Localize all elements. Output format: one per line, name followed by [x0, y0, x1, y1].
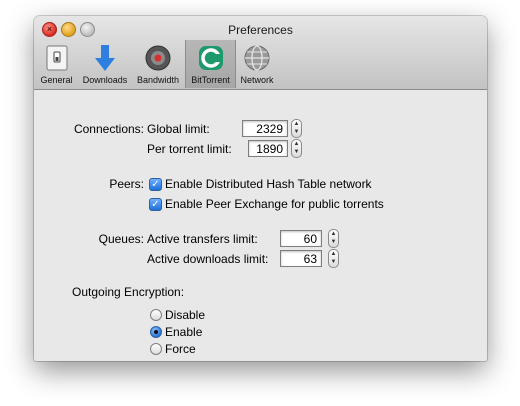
pex-label: Enable Peer Exchange for public torrents [165, 197, 384, 211]
toolbar-bandwidth[interactable]: Bandwidth [131, 40, 185, 88]
preferences-toolbar: General Downloads Bandwidth BitTorrent N… [34, 40, 278, 88]
per-torrent-limit-label: Per torrent limit: [147, 142, 232, 156]
dht-checkbox[interactable]: ✓ [149, 178, 162, 191]
bittorrent-icon [196, 43, 226, 73]
active-downloads-stepper[interactable]: ▲ ▼ [328, 249, 339, 268]
per-torrent-limit-field[interactable] [248, 140, 288, 157]
encryption-section-label: Outgoing Encryption: [72, 285, 185, 299]
preferences-window: × Preferences General Downloads Bandwidt… [34, 16, 487, 361]
global-limit-label: Global limit: [147, 122, 210, 136]
global-limit-stepper[interactable]: ▲ ▼ [291, 119, 302, 138]
download-arrow-icon [90, 43, 120, 73]
toolbar-general[interactable]: General [34, 40, 79, 88]
encryption-enable-radio[interactable] [150, 326, 162, 338]
globe-icon [242, 43, 272, 73]
active-downloads-field[interactable] [280, 250, 322, 267]
bittorrent-pane: Connections: Global limit: ▲▼ Per torren… [34, 90, 487, 361]
peers-section-label: Peers: [109, 177, 144, 191]
encryption-enable-label: Enable [165, 325, 203, 339]
encryption-force-label: Force [165, 342, 196, 356]
per-torrent-limit-stepper[interactable]: ▲ ▼ [291, 139, 302, 158]
toolbar-bittorrent[interactable]: BitTorrent [185, 40, 236, 88]
active-transfers-field[interactable] [280, 230, 322, 247]
active-downloads-label: Active downloads limit: [147, 252, 269, 266]
encryption-force-radio[interactable] [150, 343, 162, 355]
encryption-disable-radio[interactable] [150, 309, 162, 321]
toolbar-network[interactable]: Network [236, 40, 278, 88]
connections-section-label: Connections: [73, 122, 144, 136]
encryption-disable-label: Disable [165, 308, 206, 322]
disc-icon [143, 43, 173, 73]
dht-label: Enable Distributed Hash Table network [165, 177, 372, 191]
toolbar-downloads[interactable]: Downloads [79, 40, 131, 88]
queues-section-label: Queues: [98, 232, 144, 246]
global-limit-field[interactable] [242, 120, 288, 137]
active-transfers-label: Active transfers limit: [147, 232, 258, 246]
active-transfers-stepper[interactable]: ▲ ▼ [328, 229, 339, 248]
switch-icon [42, 43, 72, 73]
title-bar: × Preferences General Downloads Bandwidt… [34, 16, 487, 90]
pex-checkbox[interactable]: ✓ [149, 198, 162, 211]
window-title: Preferences [228, 23, 293, 37]
